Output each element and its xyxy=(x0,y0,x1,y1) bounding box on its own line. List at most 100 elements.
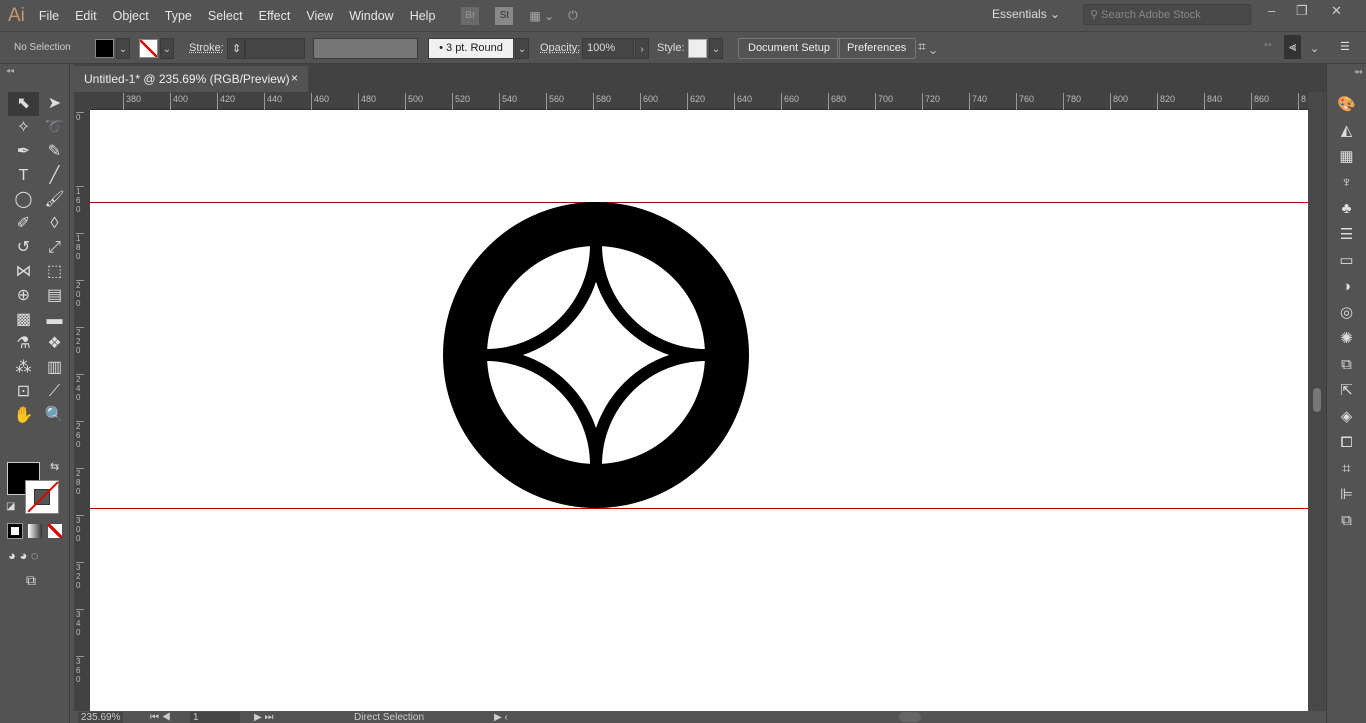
hand-tool-icon[interactable]: ✋ xyxy=(8,404,39,428)
gradient-tool-icon[interactable]: ▬ xyxy=(39,308,70,332)
collapse-icon[interactable]: ◂◂ xyxy=(6,66,14,75)
rotate-tool-icon[interactable]: ↺ xyxy=(8,236,39,260)
direct-selection-tool-icon[interactable]: ➤ xyxy=(39,92,70,116)
free-transform-tool-icon[interactable]: ⬚ xyxy=(39,260,70,284)
stroke-dropdown[interactable]: ⌄ xyxy=(160,38,174,59)
menu-select[interactable]: Select xyxy=(208,9,243,23)
fill-swatch[interactable] xyxy=(95,39,114,58)
close-tab-icon[interactable]: × xyxy=(291,71,298,85)
symbol-sprayer-tool-icon[interactable]: ⁂ xyxy=(8,356,39,380)
align-icon[interactable]: ▪▪ xyxy=(1264,39,1272,51)
color-guide-icon[interactable]: ◭ xyxy=(1327,118,1366,144)
menu-window[interactable]: Window xyxy=(349,9,393,23)
transform-icon[interactable]: ⌗ xyxy=(1327,456,1366,482)
gradient-mode-icon[interactable] xyxy=(28,524,42,538)
menu-type[interactable]: Type xyxy=(165,9,192,23)
selection-tool-icon[interactable]: ⬉ xyxy=(8,92,39,116)
opacity-field[interactable]: 100% xyxy=(582,38,634,59)
menu-object[interactable]: Object xyxy=(113,9,149,23)
color-panel-icon[interactable]: 🎨 xyxy=(1327,92,1366,118)
menu-help[interactable]: Help xyxy=(410,9,436,23)
slice-tool-icon[interactable]: ⟋ xyxy=(39,380,70,404)
menu-edit[interactable]: Edit xyxy=(75,9,97,23)
stroke-weight-stepper[interactable]: ⇕ xyxy=(227,38,245,59)
brush-definition[interactable]: • 3 pt. Round xyxy=(428,38,514,59)
preferences-button[interactable]: Preferences xyxy=(837,38,917,59)
gpu-performance-icon[interactable]: ⏻ xyxy=(568,8,578,23)
zoom-field[interactable]: 235.69% xyxy=(78,712,124,723)
color-mode-icon[interactable] xyxy=(7,523,23,539)
appearance-icon[interactable]: ◎ xyxy=(1327,300,1366,326)
pathfinder-icon[interactable]: ⧉ xyxy=(1327,508,1366,534)
vertical-ruler[interactable]: 0 160 180 200 220 240 260 280 300 320 340 360 xyxy=(74,92,90,711)
panel-menu-icon[interactable]: ☰ xyxy=(1340,40,1350,53)
paintbrush-tool-icon[interactable]: 🖌 xyxy=(39,188,70,212)
none-mode-icon[interactable] xyxy=(48,524,62,538)
opacity-label[interactable]: Opacity: xyxy=(540,42,580,54)
align-panel-icon[interactable]: ⊫ xyxy=(1327,482,1366,508)
magic-wand-tool-icon[interactable]: ✧ xyxy=(8,116,39,140)
width-tool-icon[interactable]: ⋈ xyxy=(8,260,39,284)
restore-button[interactable]: ❐ xyxy=(1296,3,1308,19)
line-tool-icon[interactable]: ╱ xyxy=(39,164,70,188)
brush-dropdown[interactable]: ⌄ xyxy=(515,38,529,59)
type-tool-icon[interactable]: T xyxy=(8,164,39,188)
mesh-tool-icon[interactable]: ▩ xyxy=(8,308,39,332)
default-colors-icon[interactable]: ◪ xyxy=(6,501,15,512)
bridge-button[interactable]: Br xyxy=(461,6,480,25)
style-swatch[interactable] xyxy=(688,39,707,58)
opacity-arrow[interactable]: › xyxy=(635,38,649,59)
artboards-icon[interactable]: ⧠ xyxy=(1327,430,1366,456)
tab-untitled-1[interactable]: Untitled-1* @ 235.69% (RGB/Preview) × xyxy=(74,66,308,92)
scroll-thumb[interactable] xyxy=(1313,388,1321,412)
close-window-button[interactable]: ✕ xyxy=(1331,3,1342,19)
stroke-swatch[interactable] xyxy=(139,39,158,58)
graph-tool-icon[interactable]: ▥ xyxy=(39,356,70,380)
transparency-icon[interactable]: ◑ xyxy=(1327,274,1366,300)
select-similar-icon[interactable]: ⌗ ⌄ xyxy=(918,38,936,55)
graphic-styles-icon[interactable]: ✺ xyxy=(1327,326,1366,352)
stroke-weight-field[interactable] xyxy=(245,38,305,59)
curvature-tool-icon[interactable]: ✎ xyxy=(39,140,70,164)
properties-icon[interactable]: ⫷ xyxy=(1284,35,1302,59)
artboard-tool-icon[interactable]: ⊡ xyxy=(8,380,39,404)
expand-panels-icon[interactable]: ◂◂ xyxy=(1327,64,1366,92)
blend-tool-icon[interactable]: ❖ xyxy=(39,332,70,356)
artboard-nav-next[interactable]: ▶ ⏭ xyxy=(254,712,273,723)
menu-file[interactable]: File xyxy=(39,9,59,23)
shape-builder-tool-icon[interactable]: ⊕ xyxy=(8,284,39,308)
style-dropdown[interactable]: ⌄ xyxy=(709,38,723,59)
fill-dropdown[interactable]: ⌄ xyxy=(116,38,130,59)
artboard-canvas[interactable] xyxy=(90,110,1308,711)
arrange-documents-icon[interactable]: ▦ ⌄ xyxy=(529,9,554,23)
vertical-scrollbar[interactable] xyxy=(1308,92,1326,711)
star-shape[interactable] xyxy=(485,244,707,466)
perspective-grid-tool-icon[interactable]: ▤ xyxy=(39,284,70,308)
menu-effect[interactable]: Effect xyxy=(259,9,291,23)
pen-tool-icon[interactable]: ✒ xyxy=(8,140,39,164)
brushes-icon[interactable]: ♆ xyxy=(1327,170,1366,196)
document-setup-button[interactable]: Document Setup xyxy=(738,38,840,59)
stroke-icon[interactable]: ☰ xyxy=(1327,222,1366,248)
workspace-switcher[interactable]: Essentials ⌄ xyxy=(992,7,1060,21)
asset-export-icon[interactable]: ⧉ xyxy=(1327,352,1366,378)
menu-view[interactable]: View xyxy=(306,9,333,23)
status-menu-icon[interactable]: ▶ ‹ xyxy=(494,712,508,723)
symbols-icon[interactable]: ♣ xyxy=(1327,196,1366,222)
scale-tool-icon[interactable]: ⤢ xyxy=(39,236,70,260)
eyedropper-tool-icon[interactable]: ⚗ xyxy=(8,332,39,356)
gradient-icon[interactable]: ▭ xyxy=(1327,248,1366,274)
artboard-nav-prev[interactable]: ⏮ ◀ xyxy=(150,712,171,723)
stroke-color-box[interactable] xyxy=(25,480,59,514)
eraser-tool-icon[interactable]: ◊ xyxy=(39,212,70,236)
variable-width-profile[interactable] xyxy=(313,38,418,59)
minimize-button[interactable]: – xyxy=(1268,3,1275,18)
search-stock-input[interactable]: ⚲ Search Adobe Stock xyxy=(1083,4,1251,25)
cc-libraries-icon[interactable]: ▦ xyxy=(1327,144,1366,170)
layers-icon[interactable]: ◈ xyxy=(1327,404,1366,430)
horizontal-scroll-thumb[interactable] xyxy=(899,712,921,722)
shaper-tool-icon[interactable]: ✐ xyxy=(8,212,39,236)
ellipse-tool-icon[interactable]: ◯ xyxy=(8,188,39,212)
properties-dropdown[interactable]: ⌄ xyxy=(1310,42,1319,55)
horizontal-ruler[interactable]: 380 400 420 440 460 480 500 520 540 560 580 600 620 6… xyxy=(90,92,1308,110)
